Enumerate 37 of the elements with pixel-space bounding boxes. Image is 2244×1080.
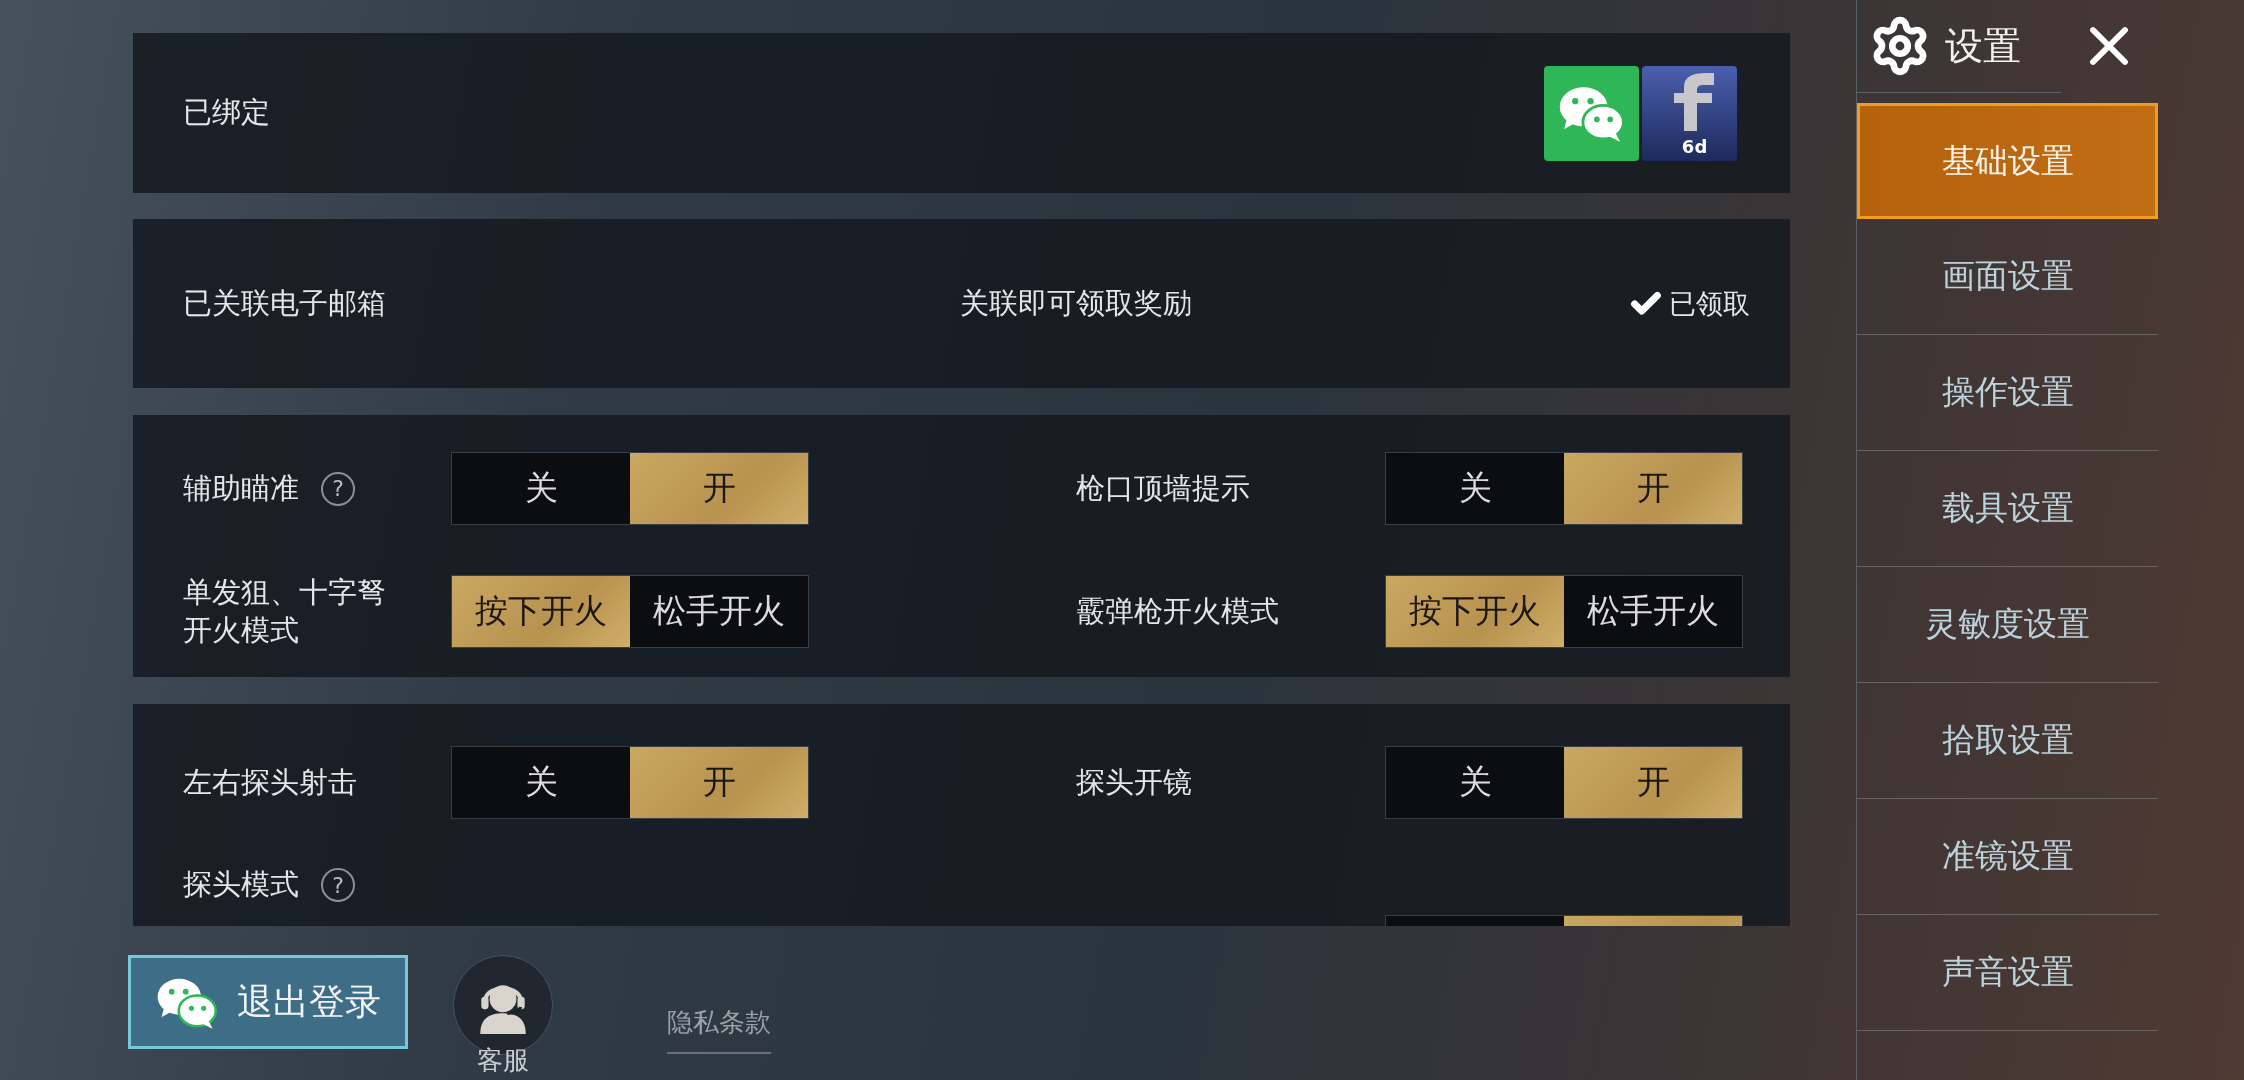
sidebar-tab[interactable]: 载具设置: [1857, 451, 2158, 567]
toggle-option[interactable]: 松手开火: [630, 576, 808, 648]
setting-label: 霰弹枪开火模式: [1076, 592, 1279, 630]
privacy-link[interactable]: 隐私条款: [667, 1005, 771, 1054]
toggle-option[interactable]: 关: [452, 453, 630, 524]
bound-label: 已绑定: [183, 94, 270, 132]
settings-title: 设置: [1945, 22, 2021, 70]
toggle-option[interactable]: 按下开火: [452, 576, 630, 648]
sidebar-tab[interactable]: 操作设置: [1857, 335, 2158, 451]
toggle-option[interactable]: 开: [630, 453, 808, 524]
toggle-option[interactable]: 开: [630, 747, 808, 818]
help-icon[interactable]: ?: [321, 471, 355, 506]
setting-label: 辅助瞄准: [183, 469, 299, 507]
toggle-option[interactable]: 关: [1386, 453, 1564, 524]
sidebar-tab[interactable]: 准镜设置: [1857, 799, 2158, 915]
setting-label: 探头模式: [183, 866, 299, 904]
setting-label: 单发狙、十字弩开火模式: [183, 574, 387, 649]
toggle-option[interactable]: 关: [1386, 747, 1564, 818]
toggle-option[interactable]: 按下开火: [1386, 576, 1564, 648]
claimed-status: 已领取: [1669, 286, 1750, 321]
logout-button[interactable]: 退出登录: [128, 955, 408, 1049]
email-label: 已关联电子邮箱: [183, 284, 387, 322]
toggle-option[interactable]: 松手开火: [1564, 576, 1742, 648]
setting-label: 左右探头射击: [183, 763, 357, 801]
sidebar-tab[interactable]: 基础设置: [1857, 103, 2158, 219]
toggle-option[interactable]: 开: [1564, 453, 1742, 524]
setting-label: 探头开镜: [1076, 763, 1192, 801]
sidebar-tab[interactable]: 声音设置: [1857, 915, 2158, 1031]
sidebar-tab[interactable]: 拾取设置: [1857, 683, 2158, 799]
reward-hint: 关联即可领取奖励: [960, 284, 1193, 322]
toggle-option[interactable]: 开: [1564, 747, 1742, 818]
sidebar-tab[interactable]: 灵敏度设置: [1857, 567, 2158, 683]
setting-label: 枪口顶墙提示: [1076, 469, 1250, 507]
toggle-option[interactable]: 关: [452, 747, 630, 818]
sidebar-tab[interactable]: 画面设置: [1857, 219, 2158, 335]
help-icon[interactable]: ?: [321, 868, 355, 902]
badge-text: 6d: [1681, 135, 1708, 157]
